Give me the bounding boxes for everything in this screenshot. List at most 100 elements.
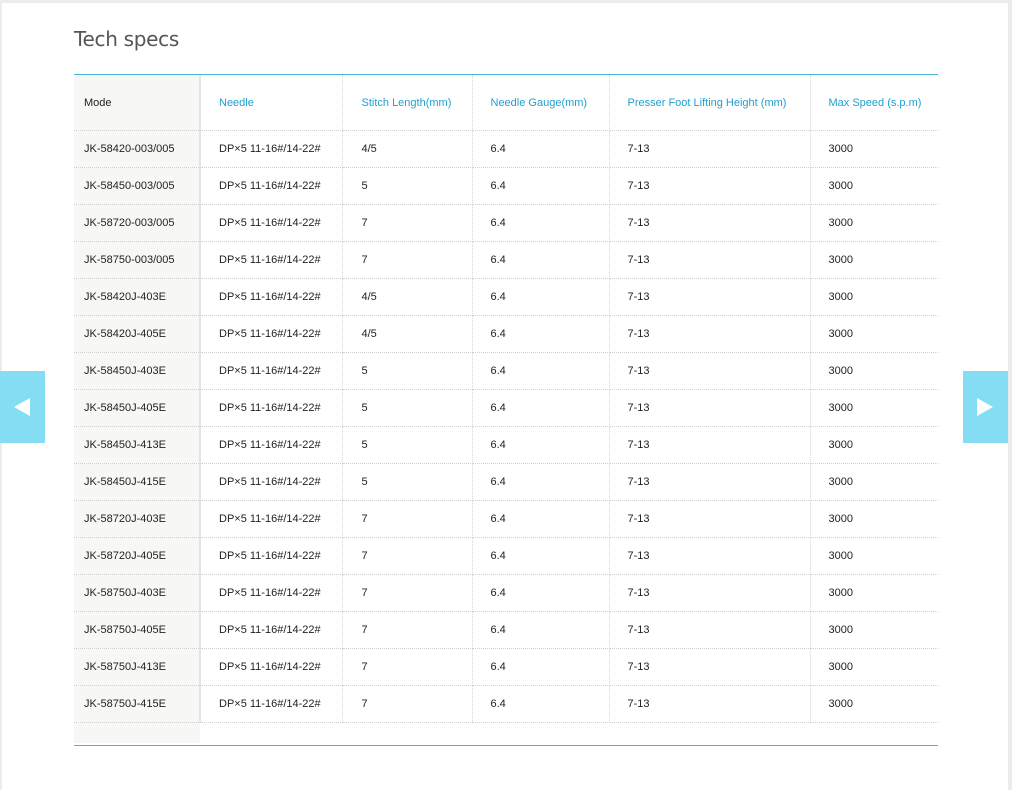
- cell-presser-foot-height: 7-13: [609, 389, 811, 427]
- cell-stitch-length: 5: [342, 389, 473, 427]
- cell-needle-gauge: 6.4: [472, 130, 610, 168]
- cell-needle: DP×5 11-16#/14-22#: [200, 204, 343, 242]
- cell-presser-foot-height: 7-13: [609, 130, 811, 168]
- column-header-needle-gauge: Needle Gauge(mm): [472, 75, 610, 131]
- cell-presser-foot-height: 7-13: [609, 500, 811, 538]
- cell-max-speed: 3000: [810, 130, 938, 168]
- cell-max-speed: 3000: [810, 537, 938, 575]
- cell-needle: DP×5 11-16#/14-22#: [200, 278, 343, 316]
- cell-needle: DP×5 11-16#/14-22#: [200, 130, 343, 168]
- cell-max-speed: 3000: [810, 278, 938, 316]
- cell-stitch-length: 5: [342, 426, 473, 464]
- cell-max-speed: 3000: [810, 574, 938, 612]
- cell-presser-foot-height: 7-13: [609, 204, 811, 242]
- specs-table: Mode Needle Stitch Length(mm) Needle Gau…: [74, 75, 938, 723]
- cell-mode: JK-58720J-405E: [74, 537, 201, 575]
- table-row: JK-58450J-413E DP×5 11-16#/14-22# 5 6.4 7-13…: [74, 426, 938, 464]
- cell-mode: JK-58450-003/005: [74, 167, 201, 205]
- cell-max-speed: 3000: [810, 426, 938, 464]
- cell-needle: DP×5 11-16#/14-22#: [200, 463, 343, 501]
- table-row: JK-58720J-405E DP×5 11-16#/14-22# 7 6.4 7-13…: [74, 537, 938, 575]
- cell-needle: DP×5 11-16#/14-22#: [200, 574, 343, 612]
- table-row: JK-58420J-405E DP×5 11-16#/14-22# 4/5 6.4 7-…: [74, 315, 938, 353]
- table-row: JK-58750-003/005 DP×5 11-16#/14-22# 7 6.4 7-…: [74, 241, 938, 279]
- cell-needle-gauge: 6.4: [472, 204, 610, 242]
- cell-mode: JK-58420J-405E: [74, 315, 201, 353]
- cell-stitch-length: 7: [342, 204, 473, 242]
- cell-stitch-length: 4/5: [342, 130, 473, 168]
- cell-max-speed: 3000: [810, 241, 938, 279]
- cell-stitch-length: 5: [342, 352, 473, 390]
- cell-needle-gauge: 6.4: [472, 500, 610, 538]
- table-row: JK-58750J-405E DP×5 11-16#/14-22# 7 6.4 7-13…: [74, 611, 938, 649]
- table-row: JK-58750J-403E DP×5 11-16#/14-22# 7 6.4 7-13…: [74, 574, 938, 612]
- cell-max-speed: 3000: [810, 167, 938, 205]
- cell-needle-gauge: 6.4: [472, 537, 610, 575]
- cell-stitch-length: 5: [342, 167, 473, 205]
- cell-needle: DP×5 11-16#/14-22#: [200, 315, 343, 353]
- table-row: JK-58750J-415E DP×5 11-16#/14-22# 7 6.4 7-13…: [74, 685, 938, 723]
- cell-presser-foot-height: 7-13: [609, 352, 811, 390]
- cell-max-speed: 3000: [810, 389, 938, 427]
- cell-presser-foot-height: 7-13: [609, 648, 811, 686]
- cell-presser-foot-height: 7-13: [609, 241, 811, 279]
- table-row: JK-58450-003/005 DP×5 11-16#/14-22# 5 6.4 7-…: [74, 167, 938, 205]
- cell-mode: JK-58750J-403E: [74, 574, 201, 612]
- next-arrow-button[interactable]: [963, 371, 1008, 443]
- cell-mode: JK-58450J-415E: [74, 463, 201, 501]
- column-header-needle: Needle: [200, 75, 343, 131]
- cell-presser-foot-height: 7-13: [609, 611, 811, 649]
- cell-needle: DP×5 11-16#/14-22#: [200, 648, 343, 686]
- cell-mode: JK-58750J-413E: [74, 648, 201, 686]
- cell-presser-foot-height: 7-13: [609, 315, 811, 353]
- column-header-max-speed: Max Speed (s.p.m): [810, 75, 938, 131]
- cell-mode: JK-58420-003/005: [74, 130, 201, 168]
- previous-arrow-button[interactable]: [0, 371, 45, 443]
- cell-max-speed: 3000: [810, 685, 938, 723]
- cell-max-speed: 3000: [810, 204, 938, 242]
- cell-needle: DP×5 11-16#/14-22#: [200, 389, 343, 427]
- cell-mode: JK-58750J-405E: [74, 611, 201, 649]
- table-header-row: Mode Needle Stitch Length(mm) Needle Gau…: [74, 75, 938, 131]
- cell-needle: DP×5 11-16#/14-22#: [200, 352, 343, 390]
- cell-mode: JK-58420J-403E: [74, 278, 201, 316]
- cell-presser-foot-height: 7-13: [609, 426, 811, 464]
- cell-needle-gauge: 6.4: [472, 426, 610, 464]
- cell-needle: DP×5 11-16#/14-22#: [200, 500, 343, 538]
- cell-mode: JK-58450J-403E: [74, 352, 201, 390]
- table-row: JK-58720J-403E DP×5 11-16#/14-22# 7 6.4 7-13…: [74, 500, 938, 538]
- cell-stitch-length: 4/5: [342, 315, 473, 353]
- cell-max-speed: 3000: [810, 315, 938, 353]
- cell-presser-foot-height: 7-13: [609, 574, 811, 612]
- cell-needle-gauge: 6.4: [472, 167, 610, 205]
- cell-max-speed: 3000: [810, 500, 938, 538]
- cell-stitch-length: 7: [342, 685, 473, 723]
- cell-presser-foot-height: 7-13: [609, 537, 811, 575]
- cell-max-speed: 3000: [810, 611, 938, 649]
- cell-needle-gauge: 6.4: [472, 389, 610, 427]
- cell-stitch-length: 7: [342, 611, 473, 649]
- cell-stitch-length: 5: [342, 463, 473, 501]
- cell-mode: JK-58450J-413E: [74, 426, 201, 464]
- cell-needle-gauge: 6.4: [472, 352, 610, 390]
- cell-stitch-length: 7: [342, 537, 473, 575]
- cell-needle: DP×5 11-16#/14-22#: [200, 537, 343, 575]
- cell-mode: JK-58720J-403E: [74, 500, 201, 538]
- cell-presser-foot-height: 7-13: [609, 463, 811, 501]
- cell-needle: DP×5 11-16#/14-22#: [200, 685, 343, 723]
- table-row: JK-58450J-403E DP×5 11-16#/14-22# 5 6.4 7-13…: [74, 352, 938, 390]
- cell-needle: DP×5 11-16#/14-22#: [200, 611, 343, 649]
- cell-max-speed: 3000: [810, 463, 938, 501]
- cell-mode: JK-58450J-405E: [74, 389, 201, 427]
- cell-stitch-length: 7: [342, 648, 473, 686]
- content-panel: Tech specs Mode Needle Stitch Length(mm)…: [2, 3, 1008, 790]
- table-bottom-divider: [74, 745, 938, 746]
- cell-needle-gauge: 6.4: [472, 241, 610, 279]
- cell-needle-gauge: 6.4: [472, 648, 610, 686]
- cell-mode: JK-58750J-415E: [74, 685, 201, 723]
- cell-needle-gauge: 6.4: [472, 574, 610, 612]
- cell-presser-foot-height: 7-13: [609, 167, 811, 205]
- cell-needle-gauge: 6.4: [472, 685, 610, 723]
- cell-stitch-length: 7: [342, 241, 473, 279]
- cell-max-speed: 3000: [810, 648, 938, 686]
